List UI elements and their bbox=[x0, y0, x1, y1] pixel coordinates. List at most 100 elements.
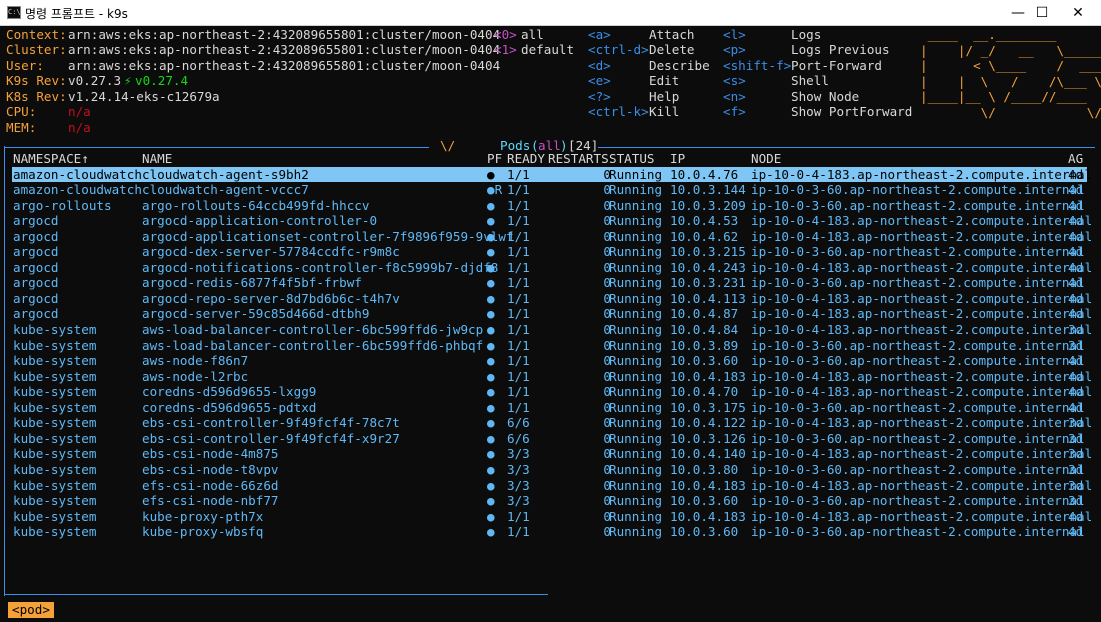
table-row[interactable]: argocd argocd-notifications-controller-f8… bbox=[12, 259, 1092, 276]
shortcut-key: <ctrl-k> bbox=[588, 104, 649, 119]
cell-namespace: kube-system bbox=[13, 322, 97, 337]
cell-status: Running bbox=[609, 368, 663, 384]
cell-ready: 1/1 bbox=[507, 306, 530, 322]
shortcut-show-node[interactable]: Show Node bbox=[791, 89, 859, 105]
table-row[interactable]: kube-system aws-load-balancer-controller-… bbox=[12, 322, 1092, 338]
ns-key: <1> bbox=[494, 42, 517, 57]
cell-age: 3d bbox=[1068, 322, 1084, 337]
ns-default[interactable]: default bbox=[521, 42, 574, 58]
k8s-rev-value: v1.24.14-eks-c12679a bbox=[68, 89, 220, 104]
cell-pf: ● bbox=[487, 259, 495, 275]
table-row[interactable]: kube-system efs-csi-node-nbf77 ● 3/3 0 Runnin… bbox=[12, 493, 1087, 509]
cell-namespace: kube-system bbox=[13, 337, 97, 353]
shortcut-key: <a> bbox=[588, 27, 611, 42]
col-name[interactable]: NAME bbox=[142, 151, 172, 167]
table-row[interactable]: kube-system coredns-d596d9655-lxgg9 ● 1/1 0 R… bbox=[12, 384, 1092, 400]
table-row[interactable]: argocd argocd-application-controller-0 ● 1/… bbox=[12, 213, 1092, 229]
shortcut-logs-previous[interactable]: Logs Previous bbox=[791, 42, 890, 58]
cell-status: Running bbox=[609, 197, 663, 213]
shortcut-edit[interactable]: Edit bbox=[649, 73, 679, 89]
cell-ip: 10.0.4.53 bbox=[670, 213, 739, 229]
cell-namespace: argocd bbox=[13, 228, 59, 244]
table-row[interactable]: amazon-cloudwatch cloudwatch-agent-s9bh2 ●… bbox=[12, 166, 1092, 183]
col-age[interactable]: AG bbox=[1068, 151, 1083, 167]
col-ip[interactable]: IP bbox=[670, 151, 685, 167]
terminal[interactable]: Context: arn:aws:eks:ap-northeast-2:4320… bbox=[0, 26, 1101, 622]
cell-ip: 10.0.4.183 bbox=[670, 508, 746, 524]
breadcrumb-pod[interactable]: <pod> bbox=[8, 602, 54, 618]
cell-name: aws-node-f86n7 bbox=[142, 353, 249, 369]
cell-age: 4d bbox=[1068, 524, 1084, 540]
cell-pf: ● bbox=[487, 524, 495, 540]
col-ready[interactable]: READY bbox=[507, 151, 545, 167]
table-row[interactable]: kube-system coredns-d596d9655-pdtxd ● 1/1 0 R… bbox=[12, 400, 1087, 416]
table-row[interactable]: kube-system aws-node-f86n7 ● 1/1 0 Running 10.… bbox=[12, 353, 1087, 369]
table-row[interactable]: kube-system ebs-csi-node-4m875 ● 3/3 0 Runnin… bbox=[12, 446, 1092, 462]
table-border-top bbox=[4, 147, 429, 148]
cell-pf: ● bbox=[487, 337, 495, 353]
cell-ip: 10.0.4.87 bbox=[670, 306, 739, 322]
shortcut-delete[interactable]: Delete bbox=[649, 42, 695, 58]
table-row[interactable]: argocd argocd-server-59c85d466d-dtbh9 ● 1/1… bbox=[12, 306, 1092, 322]
table-row[interactable]: kube-system ebs-csi-controller-9f49fcf4f-… bbox=[12, 415, 1092, 431]
table-row[interactable]: argocd argocd-redis-6877f4f5bf-frbwf ● 1/1 0… bbox=[12, 275, 1087, 291]
cell-ready: 1/1 bbox=[507, 290, 530, 306]
k8s-rev-label: K8s Rev: bbox=[6, 89, 67, 104]
col-pf[interactable]: PF bbox=[487, 151, 502, 167]
table-row[interactable]: kube-system aws-node-l2rbc ● 1/1 0 Running 10.… bbox=[12, 368, 1092, 385]
cell-namespace: kube-system bbox=[13, 524, 97, 540]
cell-node: ip-10-0-4-183.ap-northeast-2.compute.int… bbox=[751, 259, 1093, 275]
table-row[interactable]: kube-system aws-load-balancer-controller-… bbox=[12, 338, 1087, 354]
shortcut-show-portforward[interactable]: Show PortForward bbox=[791, 104, 912, 120]
cell-node: ip-10-0-4-183.ap-northeast-2.compute.int… bbox=[751, 368, 1093, 384]
cell-ip: 10.0.3.209 bbox=[670, 197, 746, 213]
cell-ip: 10.0.3.89 bbox=[670, 337, 739, 353]
cell-namespace: argocd bbox=[13, 244, 59, 260]
cell-status: Running bbox=[609, 399, 663, 415]
shortcut-logs[interactable]: Logs bbox=[791, 27, 821, 43]
cell-ready: 6/6 bbox=[507, 415, 530, 431]
cell-node: ip-10-0-4-183.ap-northeast-2.compute.int… bbox=[751, 166, 1093, 182]
table-border-left bbox=[4, 146, 5, 596]
table-row[interactable]: kube-system ebs-csi-node-t8vpv ● 3/3 0 Runnin… bbox=[12, 462, 1087, 478]
col-node[interactable]: NODE bbox=[751, 151, 781, 167]
k9s-latest-version: v0.27.4 bbox=[135, 73, 189, 88]
shortcut-kill[interactable]: Kill bbox=[649, 104, 679, 120]
col-restarts[interactable]: RESTARTS bbox=[548, 151, 609, 167]
col-status[interactable]: STATUS bbox=[609, 151, 655, 167]
table-row[interactable]: argocd argocd-dex-server-57784ccdfc-r9m8c… bbox=[12, 244, 1087, 260]
mem-value: n/a bbox=[68, 120, 91, 135]
table-row[interactable]: argocd argocd-applicationset-controller-7… bbox=[12, 228, 1092, 245]
shortcut-describe[interactable]: Describe bbox=[649, 58, 710, 74]
cell-node: ip-10-0-4-183.ap-northeast-2.compute.int… bbox=[751, 228, 1093, 244]
col-namespace[interactable]: NAMESPACE↑ bbox=[13, 151, 89, 167]
cell-age: 3d bbox=[1068, 430, 1084, 446]
cell-name: argocd-dex-server-57784ccdfc-r9m8c bbox=[142, 244, 400, 260]
cell-name: kube-proxy-wbsfq bbox=[142, 524, 264, 540]
cell-ready: 6/6 bbox=[507, 430, 530, 446]
cell-namespace: argocd bbox=[13, 259, 59, 275]
table-row[interactable]: kube-system ebs-csi-controller-9f49fcf4f-… bbox=[12, 431, 1087, 447]
shortcut-attach[interactable]: Attach bbox=[649, 27, 695, 43]
cell-name: argocd-redis-6877f4f5bf-frbwf bbox=[142, 275, 362, 291]
cell-ready: 1/1 bbox=[507, 368, 530, 384]
shortcut-shell[interactable]: Shell bbox=[791, 73, 829, 89]
cell-ip: 10.0.4.183 bbox=[670, 368, 746, 384]
cell-name: cloudwatch-agent-s9bh2 bbox=[142, 166, 309, 182]
table-row[interactable]: argo-rollouts argo-rollouts-64ccb499fd-hh… bbox=[12, 198, 1087, 214]
table-row[interactable]: amazon-cloudwatch cloudwatch-agent-vccc7 ●… bbox=[12, 182, 1087, 198]
cluster-label: Cluster: bbox=[6, 42, 67, 57]
ns-all[interactable]: all bbox=[521, 27, 544, 43]
table-row[interactable]: kube-system efs-csi-node-66z6d ● 3/3 0 Runnin… bbox=[12, 478, 1092, 494]
cell-name: efs-csi-node-nbf77 bbox=[142, 493, 279, 509]
close-button[interactable]: ✕ bbox=[1055, 0, 1101, 26]
table-row[interactable]: kube-system kube-proxy-pth7x ● 1/1 0 Running 1… bbox=[12, 508, 1092, 525]
cell-namespace: kube-system bbox=[13, 461, 97, 477]
cell-ready: 1/1 bbox=[507, 508, 530, 524]
shortcut-port-forward[interactable]: Port-Forward bbox=[791, 58, 882, 74]
table-row[interactable]: argocd argocd-repo-server-8d7bd6b6c-t4h7v… bbox=[12, 290, 1092, 307]
cell-name: ebs-csi-node-t8vpv bbox=[142, 461, 279, 477]
shortcut-help[interactable]: Help bbox=[649, 89, 679, 105]
table-row[interactable]: kube-system kube-proxy-wbsfq ● 1/1 0 Running 1… bbox=[12, 524, 1087, 540]
cell-name: coredns-d596d9655-pdtxd bbox=[142, 399, 317, 415]
